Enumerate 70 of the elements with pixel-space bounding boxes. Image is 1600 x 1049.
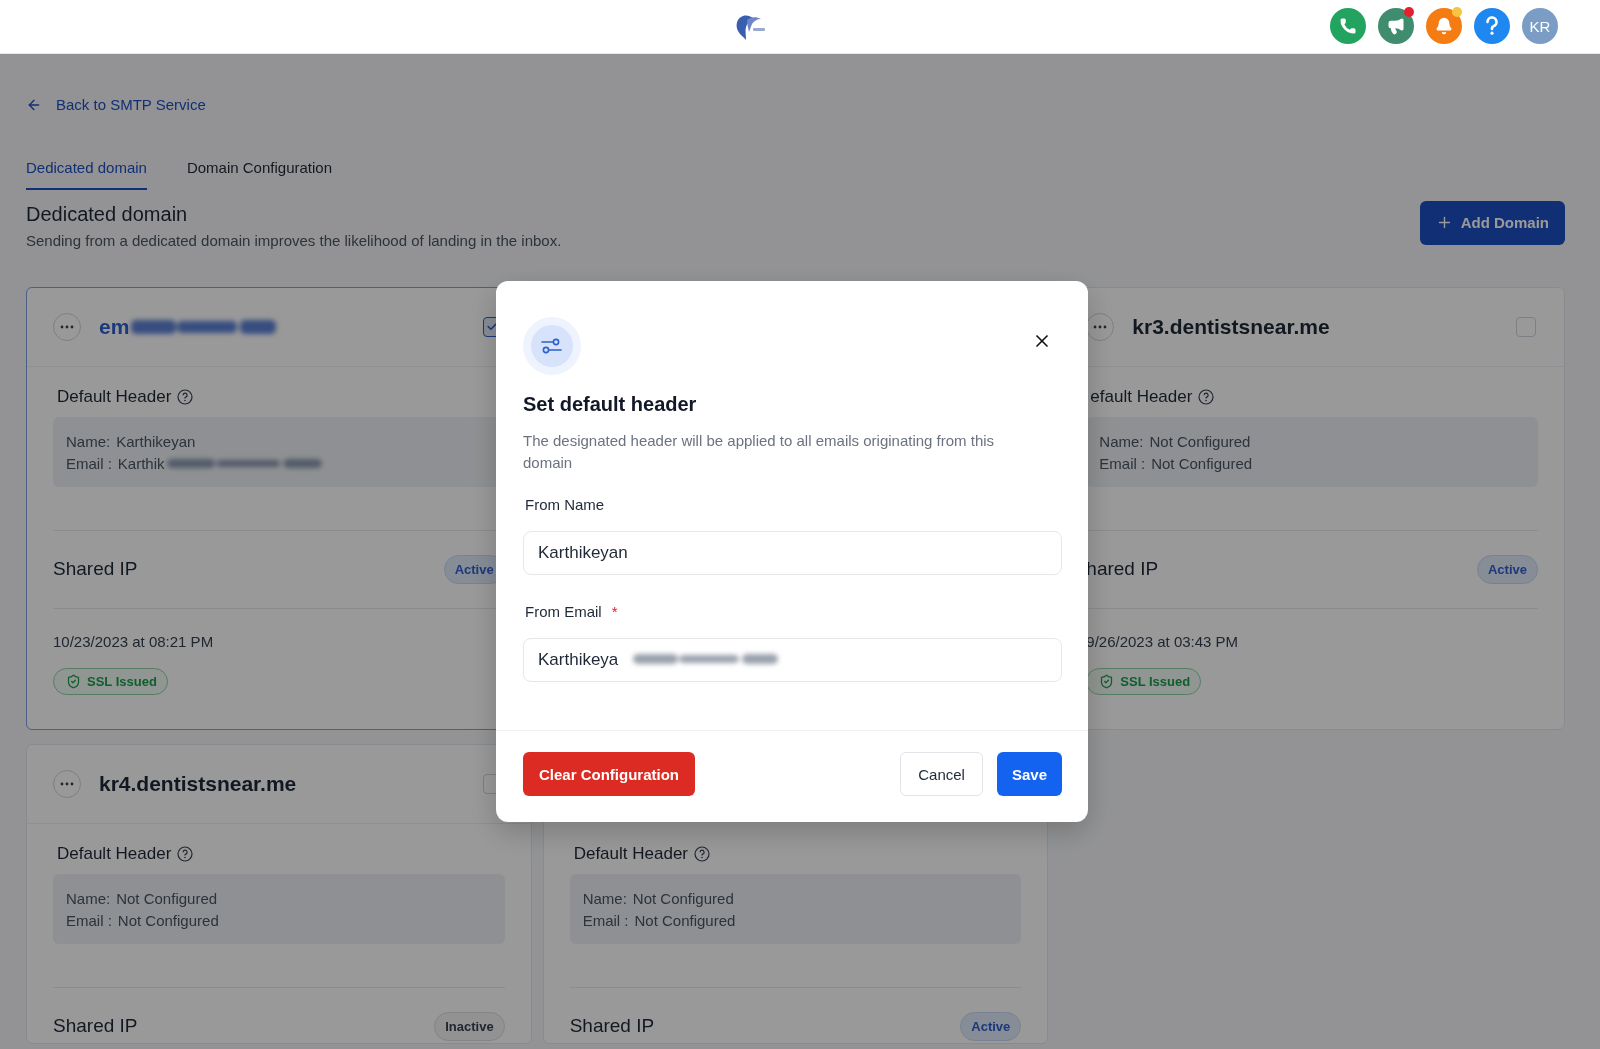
field-label: Email :: [66, 910, 112, 931]
more-icon: [60, 781, 74, 786]
field-label: Name:: [66, 431, 111, 452]
clear-configuration-button[interactable]: Clear Configuration: [523, 752, 695, 796]
more-icon: [60, 324, 74, 329]
help-icon[interactable]: [177, 845, 194, 862]
input-field[interactable]: Karthikeyan: [523, 531, 1062, 575]
phone-button[interactable]: [1330, 8, 1366, 44]
field-value: Not Configured: [634, 910, 736, 931]
section-label: Default Header: [57, 843, 172, 864]
status-badge: Active: [960, 1011, 1022, 1041]
section-label: Default Header: [57, 386, 172, 407]
megaphone-button[interactable]: [1378, 8, 1414, 44]
domain-name: kr3.dentistsnear.me: [1132, 314, 1330, 339]
more-icon: [1093, 324, 1108, 329]
domain-name: kr4.dentistsnear.me: [99, 771, 297, 796]
ip-label: Shared IP: [53, 1015, 138, 1037]
field-value: Not Configured: [632, 888, 734, 909]
domain-name: em: [99, 314, 130, 339]
field-label: Email :: [66, 453, 112, 474]
ip-label: Shared IP: [53, 558, 138, 580]
bell-icon: [1435, 17, 1453, 35]
help-button[interactable]: [1474, 8, 1510, 44]
section-label: efault Header: [1090, 386, 1193, 407]
bell-button[interactable]: [1426, 8, 1462, 44]
shield-icon: [66, 673, 81, 689]
add-domain-button[interactable]: Add Domain: [1419, 200, 1565, 245]
megaphone-icon: [1387, 17, 1405, 35]
field-value: Not Configured: [117, 910, 219, 931]
field-label: Name:: [582, 888, 627, 909]
dialog-title: Set default header: [523, 393, 698, 416]
more-button[interactable]: [1086, 312, 1115, 341]
status-badge: Inactive: [434, 1011, 505, 1041]
phone-icon: [1339, 17, 1357, 35]
tab[interactable]: Dedicated domain: [26, 158, 147, 190]
status-badge: Active: [1476, 554, 1538, 584]
field-label: From Email: [525, 603, 602, 620]
field-value: Not Configured: [1149, 431, 1251, 452]
input-field[interactable]: Karthikeya: [523, 638, 1062, 682]
save-button[interactable]: Save: [996, 752, 1062, 796]
help-icon[interactable]: [694, 845, 710, 862]
sliders-icon: [541, 337, 563, 355]
field-value: Not Configured: [116, 888, 218, 909]
dialog-description: The designated header will be applied to all emails originating from this domain: [523, 431, 996, 473]
ssl-badge: SSL Issued: [53, 667, 168, 695]
field-value: Karthikeyan: [116, 431, 196, 452]
user-avatar[interactable]: KR: [1522, 8, 1558, 44]
field-label: Email :: [582, 910, 629, 931]
section-title: Dedicated domain: [26, 202, 189, 226]
section-subtitle: Sending from a dedicated domain improves the likelihood of landing in the inbox.: [26, 231, 562, 249]
created-date: 9/26/2023 at 03:43 PM: [1086, 632, 1240, 650]
ip-label: Shared IP: [569, 1015, 655, 1037]
field-value: Not Configured: [1151, 453, 1253, 474]
help-icon[interactable]: [177, 388, 194, 405]
field-label: Name:: [66, 888, 111, 909]
tab[interactable]: Domain Configuration: [186, 158, 332, 190]
field-label: Name:: [1099, 431, 1144, 452]
section-label: Default Header: [573, 843, 688, 864]
ssl-badge: SSL Issued: [1086, 667, 1202, 695]
help-icon[interactable]: [1198, 388, 1215, 405]
back-link[interactable]: Back to SMTP Service: [26, 96, 206, 113]
cancel-button[interactable]: Cancel: [900, 752, 983, 796]
field-label: Email :: [1099, 453, 1146, 474]
required-asterisk: *: [611, 603, 618, 620]
field-value: Karthik: [117, 453, 165, 474]
shield-icon: [1099, 673, 1115, 689]
created-date: 10/23/2023 at 08:21 PM: [53, 632, 215, 650]
ip-label: hared IP: [1086, 558, 1159, 580]
question-icon: [1485, 16, 1499, 36]
field-label: From Name: [525, 496, 605, 513]
